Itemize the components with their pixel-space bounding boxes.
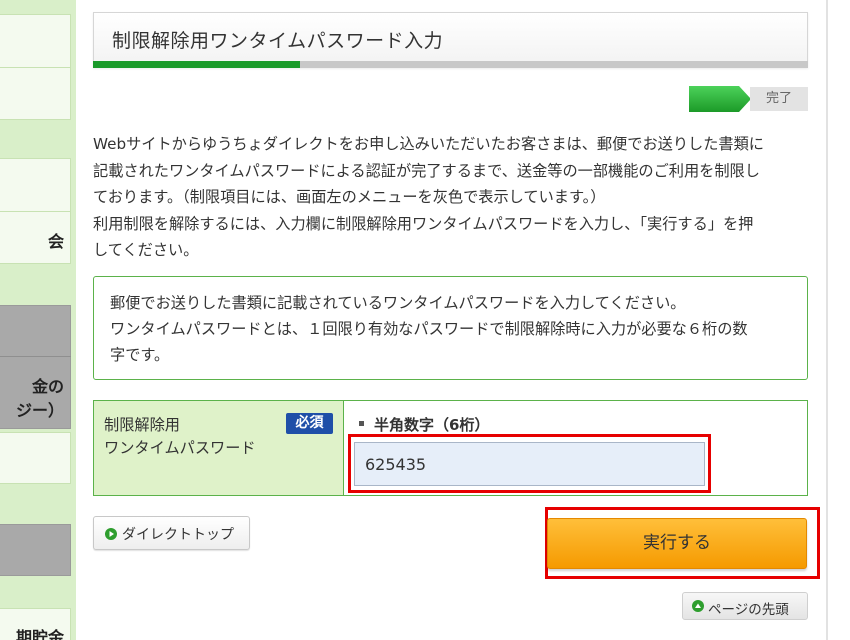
sidebar-item-3-label-a: 金の <box>31 377 64 396</box>
step-current-arrow-icon <box>689 86 751 112</box>
sidebar-item-5-disabled <box>0 524 71 576</box>
execute-label: 実行する <box>643 533 711 553</box>
direct-top-button[interactable]: ダイレクトトップ <box>93 516 250 550</box>
info-line: 字です。 <box>110 346 170 364</box>
description-line: Webサイトからゆうちょダイレクトをお申し込みいただいたお客さまは、郵便でお送り… <box>93 135 764 153</box>
sidebar-item-6[interactable]: 期貯金 <box>0 608 71 640</box>
step-done-label: 完了 <box>750 87 808 111</box>
sidebar-item-6-label: 期貯金 <box>15 628 64 640</box>
up-circle-icon <box>692 600 704 612</box>
description-line: 利用制限を解除するには、入力欄に制限解除用ワンタイムパスワードを入力し、「実行す… <box>93 214 754 233</box>
description-line: ております。（制限項目には、画面左のメニューを灰色で表示しています。） <box>93 188 606 206</box>
info-text: 郵便でお送りした書類に記載されているワンタイムパスワードを入力してください。 ワ… <box>110 290 800 368</box>
otp-form-label-cell: 制限解除用 ワンタイムパスワード 必須 <box>94 401 344 495</box>
otp-input[interactable] <box>354 442 705 486</box>
sidebar-item-3-label-b: ジー） <box>15 401 64 420</box>
info-box: 郵便でお送りした書類に記載されているワンタイムパスワードを入力してください。 ワ… <box>93 276 808 380</box>
page-title: 制限解除用ワンタイムパスワード入力 <box>112 30 444 52</box>
sidebar-item-3-disabled: 金の ジー） <box>0 305 71 429</box>
page-top-label: ページの先頭 <box>708 602 789 618</box>
info-line: 郵便でお送りした書類に記載されているワンタイムパスワードを入力してください。 <box>110 294 686 312</box>
sidebar: 会 金の ジー） 期貯金 <box>0 0 76 640</box>
sidebar-item-2-label: 会 <box>47 232 64 251</box>
content-right-border <box>826 0 828 640</box>
otp-label-line2: ワンタイムパスワード <box>104 439 256 457</box>
page-top-button[interactable]: ページの先頭 <box>682 592 808 620</box>
otp-format-hint: 半角数字（6桁） <box>374 416 490 434</box>
direct-top-label: ダイレクトトップ <box>122 527 234 543</box>
progress-bar-fill <box>93 61 301 68</box>
otp-label-line1: 制限解除用 <box>104 416 180 434</box>
hint-bullet-icon <box>359 421 364 426</box>
play-circle-icon <box>105 528 117 540</box>
info-line: ワンタイムパスワードとは、１回限り有効なパスワードで制限解除時に入力が必要な６桁… <box>110 320 748 338</box>
sidebar-item-4[interactable] <box>0 432 71 484</box>
description-line: 記載されたワンタイムパスワードによる認証が完了するまで、送金等の一部機能のご利用… <box>93 161 760 180</box>
sidebar-item-1[interactable] <box>0 14 71 120</box>
sidebar-item-2[interactable]: 会 <box>0 158 71 264</box>
required-badge: 必須 <box>286 413 333 434</box>
description-text: Webサイトからゆうちょダイレクトをお申し込みいただいたお客さまは、郵便でお送り… <box>93 131 813 264</box>
description-line: してください。 <box>93 241 199 259</box>
execute-button[interactable]: 実行する <box>547 518 807 569</box>
progress-bar <box>93 61 808 68</box>
page-header: 制限解除用ワンタイムパスワード入力 <box>93 12 808 68</box>
